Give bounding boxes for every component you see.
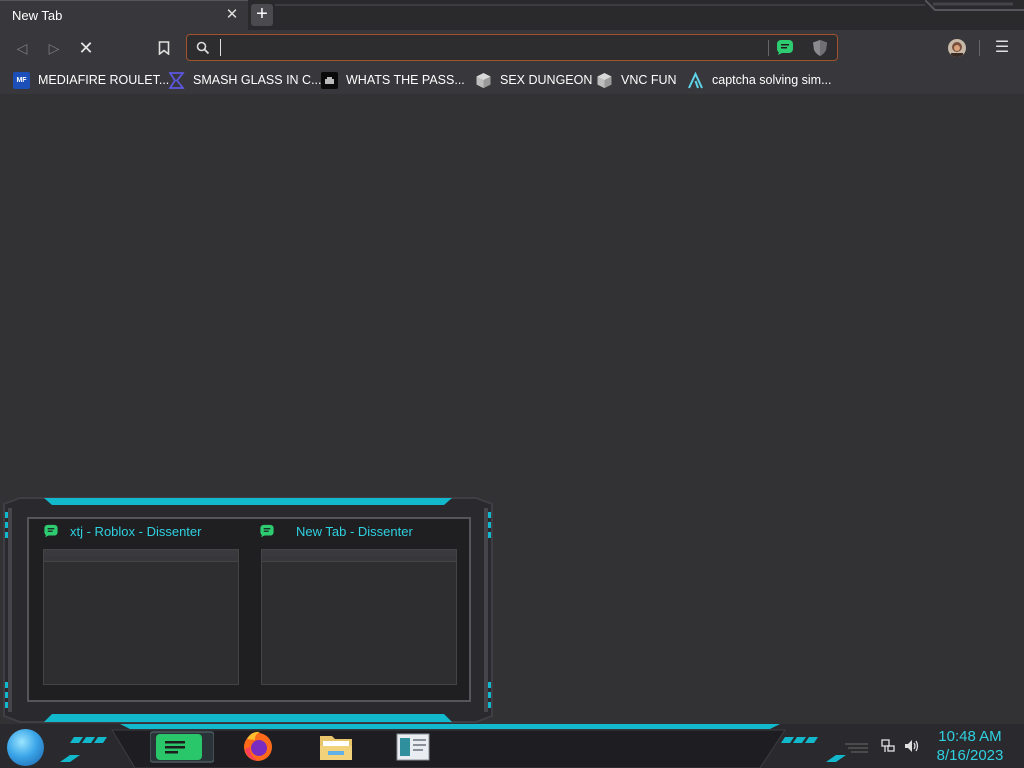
- chatbot-icon: [321, 71, 338, 89]
- tabstrip-decoration: [275, 4, 925, 6]
- bookmark-label: WHATS THE PASS...: [346, 73, 465, 87]
- volume-icon[interactable]: [903, 738, 919, 754]
- bookmark-label: VNC FUN: [621, 73, 677, 87]
- network-icon[interactable]: [880, 738, 896, 754]
- bookmark-label: SMASH GLASS IN C...: [193, 73, 322, 87]
- bookmark-page-button[interactable]: [154, 38, 174, 58]
- bookmark-item[interactable]: MF MEDIAFIRE ROULET...: [13, 71, 169, 89]
- sigma-icon: [168, 71, 185, 89]
- taskbar-app-file-explorer[interactable]: [318, 730, 354, 762]
- address-bar[interactable]: [186, 34, 838, 61]
- mediafire-icon: MF: [13, 71, 30, 89]
- taskbar-app-firefox[interactable]: [241, 729, 275, 763]
- folder-icon: [320, 736, 352, 760]
- cube-icon: [597, 72, 612, 88]
- window-frame-decoration: [925, 0, 1024, 11]
- bookmark-item[interactable]: VNC FUN: [596, 71, 677, 89]
- thumbnail-list: xtj - Roblox - Dissenter New Tab - Disse…: [27, 517, 471, 702]
- tab-new-tab[interactable]: New Tab ✕: [0, 0, 248, 30]
- bookmark-item[interactable]: SEX DUNGEON: [475, 71, 592, 89]
- firefox-icon: [244, 731, 272, 761]
- toolbar: ◁ ▷ ✕ ☰: [0, 30, 1024, 66]
- taskbar: 10:48 AM 8/16/2023: [0, 724, 1024, 768]
- back-button[interactable]: ◁: [12, 38, 32, 58]
- search-icon: [196, 41, 210, 55]
- new-tab-button[interactable]: +: [251, 4, 273, 26]
- thumbnail-title: xtj - Roblox - Dissenter: [70, 524, 202, 539]
- thumbnail-preview: [261, 549, 457, 685]
- menu-button[interactable]: ☰: [992, 38, 1012, 58]
- bookmark-icon: [158, 41, 170, 56]
- clock-time[interactable]: 10:48 AM: [930, 728, 1010, 745]
- dissenter-comment-icon: [44, 524, 58, 538]
- thumbnail-preview: [43, 549, 239, 685]
- bookmark-label: MEDIAFIRE ROULET...: [38, 73, 170, 87]
- address-bar-separator: [768, 40, 769, 56]
- start-orb-button[interactable]: [7, 729, 44, 766]
- cube-icon: [476, 72, 491, 88]
- bookmark-item[interactable]: captcha solving sim...: [687, 71, 832, 89]
- dissenter-comment-icon: [260, 524, 274, 538]
- taskbar-thumbnail-popup: xtj - Roblox - Dissenter New Tab - Disse…: [0, 496, 496, 724]
- avatar-image: [948, 39, 966, 57]
- bookmark-item[interactable]: SMASH GLASS IN C...: [168, 71, 322, 89]
- bookmark-label: captcha solving sim...: [712, 73, 832, 87]
- dissenter-app-icon: [149, 731, 215, 763]
- bookmarks-bar: MF MEDIAFIRE ROULET... SMASH GLASS IN C.…: [0, 66, 1024, 94]
- taskbar-app-dissenter[interactable]: [149, 731, 215, 763]
- stop-loading-button[interactable]: ✕: [76, 38, 96, 58]
- bookmark-item[interactable]: WHATS THE PASS...: [321, 71, 465, 89]
- bookmark-label: SEX DUNGEON: [500, 73, 593, 87]
- document-app-icon: [396, 733, 430, 761]
- profile-avatar[interactable]: [948, 39, 966, 57]
- taskbar-app-notes[interactable]: [396, 732, 430, 762]
- clock-date[interactable]: 8/16/2023: [930, 747, 1010, 764]
- tab-title: New Tab: [12, 8, 63, 23]
- dissenter-comment-icon[interactable]: [776, 39, 794, 56]
- text-caret: [220, 39, 221, 56]
- tab-strip: New Tab ✕ +: [0, 0, 1024, 30]
- window-thumbnail[interactable]: xtj - Roblox - Dissenter: [29, 519, 249, 700]
- toolbar-separator: [979, 40, 980, 56]
- lambda-icon: [688, 71, 703, 88]
- tab-close-icon[interactable]: ✕: [224, 6, 240, 24]
- thumbnail-title: New Tab - Dissenter: [296, 524, 413, 539]
- window-thumbnail[interactable]: New Tab - Dissenter: [249, 519, 469, 700]
- forward-button[interactable]: ▷: [44, 38, 64, 58]
- shield-icon[interactable]: [811, 39, 829, 57]
